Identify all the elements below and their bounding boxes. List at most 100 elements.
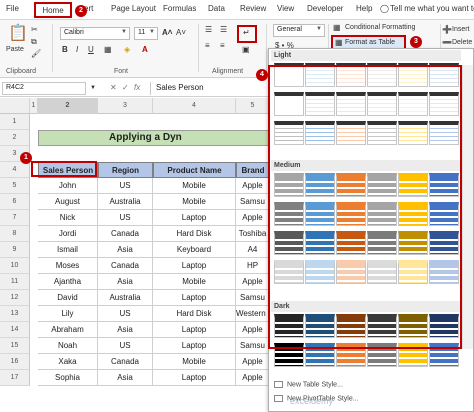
tab-home[interactable]: Home — [34, 2, 72, 18]
row-header[interactable]: 5 — [0, 178, 30, 194]
table-cell[interactable]: Asia — [98, 322, 153, 338]
table-cell[interactable]: Samsu — [236, 290, 270, 306]
table-cell[interactable]: US — [98, 178, 153, 194]
table-cell[interactable]: John — [38, 178, 98, 194]
table-cell[interactable]: Sophia — [38, 370, 98, 386]
table-cell[interactable]: Apple — [236, 210, 270, 226]
tab-formulas[interactable]: Formulas — [163, 4, 196, 13]
fill-color-icon[interactable]: ◈ — [124, 46, 130, 54]
table-cell[interactable]: Samsu — [236, 194, 270, 210]
table-cell[interactable]: Abraham — [38, 322, 98, 338]
table-cell[interactable]: Nick — [38, 210, 98, 226]
table-header-cell[interactable]: Brand — [236, 162, 270, 178]
cut-icon[interactable]: ✂ — [31, 26, 38, 34]
conditional-formatting-button[interactable]: Conditional Formatting — [345, 24, 415, 31]
formula-input[interactable]: Sales Person — [150, 82, 268, 95]
chevron-down-icon[interactable]: ▼ — [90, 85, 96, 91]
table-cell[interactable]: Laptop — [153, 370, 236, 386]
row-header[interactable]: 11 — [0, 274, 30, 290]
table-cell[interactable]: Mobile — [153, 274, 236, 290]
align-left-icon[interactable]: ≡ — [205, 42, 210, 50]
table-cell[interactable]: August — [38, 194, 98, 210]
table-cell[interactable]: Asia — [98, 274, 153, 290]
paste-icon[interactable]: 📋 — [8, 26, 28, 42]
row-header[interactable]: 17 — [0, 370, 30, 386]
sheet-title-cell[interactable]: Applying a Dyn — [38, 130, 278, 146]
tab-page-layout[interactable]: Page Layout — [111, 4, 156, 13]
underline-icon[interactable]: U — [88, 46, 94, 54]
table-cell[interactable]: Keyboard — [153, 242, 236, 258]
table-cell[interactable]: US — [98, 210, 153, 226]
shrink-font-icon[interactable]: A˅ — [176, 29, 186, 37]
table-header-cell[interactable]: Product Name — [153, 162, 236, 178]
tab-view[interactable]: View — [277, 4, 294, 13]
borders-icon[interactable]: ▦ — [104, 46, 112, 54]
tab-help[interactable]: Help — [356, 4, 372, 13]
table-cell[interactable]: Ismail — [38, 242, 98, 258]
column-header[interactable]: 5 — [236, 98, 270, 114]
grow-font-icon[interactable]: A˄ — [162, 29, 172, 37]
row-header[interactable]: 16 — [0, 354, 30, 370]
table-cell[interactable]: Canada — [98, 354, 153, 370]
table-cell[interactable]: Apple — [236, 178, 270, 194]
table-cell[interactable]: A4 — [236, 242, 270, 258]
table-cell[interactable]: Australia — [98, 290, 153, 306]
align-top-icon[interactable]: ☰ — [205, 26, 212, 34]
copy-icon[interactable]: ⧉ — [31, 38, 37, 46]
format-painter-icon[interactable]: 🖌 — [31, 50, 41, 58]
row-header[interactable]: 15 — [0, 338, 30, 354]
tab-file[interactable]: File — [6, 4, 19, 13]
italic-icon[interactable]: I — [76, 46, 78, 54]
row-header[interactable]: 2 — [0, 130, 30, 146]
table-cell[interactable]: Apple — [236, 354, 270, 370]
table-cell[interactable]: Apple — [236, 370, 270, 386]
gallery-scrollbar[interactable] — [462, 65, 473, 349]
table-cell[interactable]: Canada — [98, 226, 153, 242]
row-header[interactable]: 9 — [0, 242, 30, 258]
row-header[interactable]: 12 — [0, 290, 30, 306]
table-cell[interactable]: Canada — [98, 258, 153, 274]
row-header[interactable]: 7 — [0, 210, 30, 226]
row-header[interactable]: 6 — [0, 194, 30, 210]
wrap-text-icon[interactable]: ↵ — [243, 29, 250, 37]
font-name-combo[interactable]: Calibri ▼ — [60, 27, 130, 40]
bold-icon[interactable]: B — [62, 46, 68, 54]
tell-me-search[interactable]: Tell me what you want to do — [390, 4, 474, 13]
row-header[interactable]: 14 — [0, 322, 30, 338]
table-cell[interactable]: Samsu — [236, 338, 270, 354]
table-cell[interactable]: Asia — [98, 242, 153, 258]
table-cell[interactable]: Apple — [236, 274, 270, 290]
table-cell[interactable]: Asia — [98, 370, 153, 386]
align-middle-icon[interactable]: ☰ — [220, 26, 227, 34]
paste-button[interactable]: Paste — [6, 46, 24, 53]
number-format-combo[interactable]: General ▼ — [273, 24, 325, 37]
table-cell[interactable]: Laptop — [153, 210, 236, 226]
align-center-icon[interactable]: ≡ — [220, 42, 225, 50]
column-header[interactable]: 4 — [153, 98, 236, 114]
row-header[interactable]: 8 — [0, 226, 30, 242]
table-cell[interactable]: Hard Disk — [153, 226, 236, 242]
table-cell[interactable]: Xaka — [38, 354, 98, 370]
table-cell[interactable]: Ajantha — [38, 274, 98, 290]
table-cell[interactable]: Mobile — [153, 354, 236, 370]
table-cell[interactable]: Jordi — [38, 226, 98, 242]
row-header[interactable]: 13 — [0, 306, 30, 322]
insert-function-icon[interactable]: fx — [134, 84, 140, 92]
table-cell[interactable]: Toshiba — [236, 226, 270, 242]
table-cell[interactable]: Laptop — [153, 322, 236, 338]
delete-button[interactable]: Delete — [452, 39, 472, 46]
new-table-style-item[interactable]: New Table Style... — [274, 381, 343, 388]
column-header[interactable]: 1 — [30, 98, 38, 114]
insert-button[interactable]: Insert — [452, 26, 470, 33]
table-cell[interactable]: Noah — [38, 338, 98, 354]
table-cell[interactable]: Australia — [98, 194, 153, 210]
table-cell[interactable]: Mobile — [153, 178, 236, 194]
table-cell[interactable]: Apple — [236, 322, 270, 338]
row-header[interactable]: 4 — [0, 162, 30, 178]
name-box[interactable]: R4C2 — [2, 82, 86, 95]
table-cell[interactable]: HP — [236, 258, 270, 274]
column-header[interactable]: 3 — [98, 98, 153, 114]
table-header-cell[interactable]: Region — [98, 162, 153, 178]
table-cell[interactable]: Moses — [38, 258, 98, 274]
tab-review[interactable]: Review — [240, 4, 266, 13]
